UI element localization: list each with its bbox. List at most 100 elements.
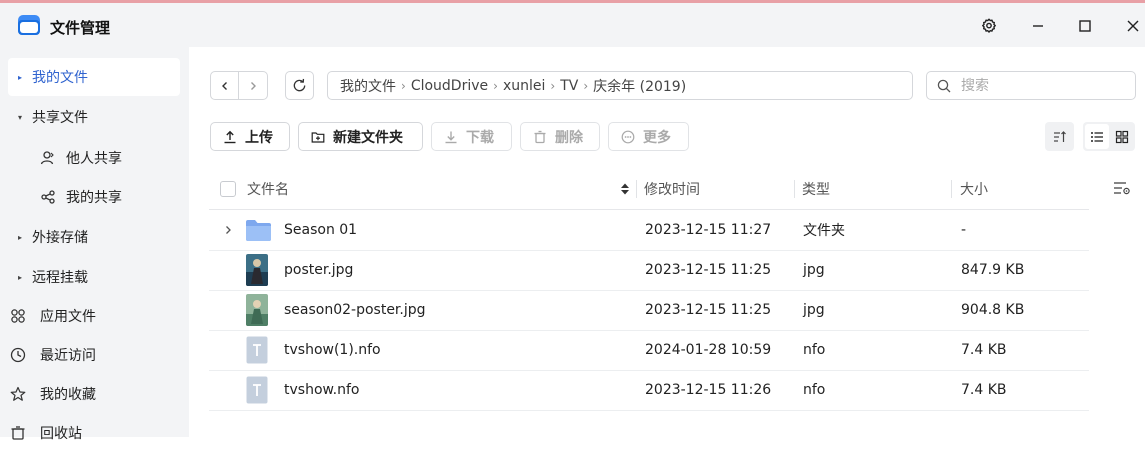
file-name[interactable]: tvshow.nfo: [284, 370, 360, 410]
minimize-button[interactable]: [1027, 15, 1049, 37]
breadcrumb-item[interactable]: 我的文件: [340, 76, 396, 96]
person-icon: [40, 150, 66, 166]
grid-view-button[interactable]: [1110, 124, 1134, 149]
folder-icon: [245, 210, 272, 250]
column-settings-icon: [1114, 182, 1130, 195]
sidebar: ▸ 我的文件 ▾ 共享文件 他人共享 我的共享 ▸ 外接存储 ▸ 远程挂载 应用…: [0, 47, 189, 442]
modified-time: 2023-12-15 11:25: [645, 302, 772, 318]
file-manager-app-icon: [18, 15, 40, 35]
maximize-button[interactable]: [1074, 15, 1096, 37]
select-all-checkbox[interactable]: [220, 181, 236, 197]
sidebar-item-my-files[interactable]: ▸ 我的文件: [8, 58, 180, 96]
app-title: 文件管理: [50, 19, 111, 37]
refresh-button[interactable]: [285, 71, 314, 100]
breadcrumb-separator-icon: ›: [401, 78, 406, 93]
table-row[interactable]: poster.jpg 2023-12-15 11:25 jpg 847.9 KB: [209, 250, 1089, 291]
sort-button[interactable]: [1045, 122, 1074, 151]
maximize-icon: [1079, 20, 1091, 32]
sort-icon: [1053, 130, 1066, 142]
expand-chevron-icon[interactable]: [223, 210, 233, 250]
more-button[interactable]: 更多: [608, 122, 689, 151]
table-row[interactable]: Season 01 2023-12-15 11:27 文件夹 -: [209, 210, 1089, 251]
search-icon: [937, 79, 951, 92]
settings-button[interactable]: [978, 15, 1000, 37]
sidebar-item-shared-files[interactable]: ▾ 共享文件: [8, 98, 180, 136]
file-name[interactable]: season02-poster.jpg: [284, 290, 426, 330]
file-name[interactable]: Season 01: [284, 210, 357, 250]
sidebar-item-label: 共享文件: [32, 110, 88, 126]
file-size: -: [961, 222, 967, 238]
column-header-modified[interactable]: 修改时间: [644, 169, 700, 209]
chevron-right-icon: [251, 81, 256, 90]
expand-caret-icon[interactable]: ▸: [8, 73, 32, 82]
upload-button[interactable]: 上传: [210, 122, 290, 151]
back-button[interactable]: [210, 71, 239, 100]
modified-time: 2023-12-15 11:26: [645, 382, 772, 398]
sidebar-item-shared-with-me[interactable]: 他人共享: [40, 139, 122, 177]
column-divider[interactable]: [636, 180, 637, 198]
star-icon: [8, 386, 32, 402]
refresh-icon: [293, 78, 306, 92]
sidebar-item-app-files[interactable]: 应用文件: [8, 297, 180, 335]
column-divider[interactable]: [951, 180, 952, 198]
sidebar-item-recent[interactable]: 最近访问: [8, 336, 180, 374]
collapse-caret-icon[interactable]: ▾: [8, 113, 32, 122]
minimize-icon: [1033, 25, 1043, 27]
table-row[interactable]: tvshow(1).nfo 2024-01-28 10:59 nfo 7.4 K…: [209, 330, 1089, 371]
table-header: 文件名 修改时间 类型 大小: [209, 169, 1089, 210]
file-name[interactable]: poster.jpg: [284, 250, 353, 290]
sidebar-item-label: 远程挂载: [32, 270, 88, 286]
table-row[interactable]: season02-poster.jpg 2023-12-15 11:25 jpg…: [209, 290, 1089, 331]
sidebar-item-label: 我的共享: [66, 190, 122, 206]
list-view-button[interactable]: [1085, 124, 1109, 149]
column-divider[interactable]: [794, 180, 795, 198]
sidebar-item-label: 外接存储: [32, 230, 88, 246]
expand-caret-icon[interactable]: ▸: [8, 233, 32, 242]
sidebar-item-external-storage[interactable]: ▸ 外接存储: [8, 218, 180, 256]
upload-icon: [223, 130, 237, 144]
file-size: 7.4 KB: [961, 382, 1007, 398]
breadcrumb-item[interactable]: TV: [560, 78, 578, 94]
new-folder-button[interactable]: 新建文件夹: [298, 122, 423, 151]
sidebar-item-recycle-bin[interactable]: 回收站: [8, 414, 180, 452]
column-header-type[interactable]: 类型: [802, 169, 830, 209]
breadcrumb-item-current[interactable]: 庆余年 (2019): [593, 76, 686, 96]
expand-caret-icon[interactable]: ▸: [8, 273, 32, 282]
share-icon: [40, 189, 66, 205]
apps-icon: [8, 308, 32, 324]
download-icon: [444, 130, 458, 144]
breadcrumb-separator-icon: ›: [583, 78, 589, 93]
search-input[interactable]: [959, 76, 1123, 95]
file-name[interactable]: tvshow(1).nfo: [284, 330, 381, 370]
sidebar-item-remote-mount[interactable]: ▸ 远程挂载: [8, 258, 180, 296]
delete-button[interactable]: 删除: [520, 122, 600, 151]
search-box[interactable]: [926, 71, 1136, 100]
sort-direction-icon[interactable]: [620, 169, 630, 209]
view-toggle: [1083, 122, 1135, 151]
clock-icon: [8, 347, 32, 363]
new-folder-icon: [311, 130, 325, 144]
more-label: 更多: [643, 129, 671, 146]
breadcrumb-separator-icon: ›: [550, 78, 556, 93]
download-button[interactable]: 下载: [431, 122, 512, 151]
close-button[interactable]: [1122, 15, 1144, 37]
delete-label: 删除: [555, 129, 583, 146]
text-file-icon: [246, 336, 268, 364]
column-settings-button[interactable]: [1113, 180, 1131, 200]
breadcrumb-item[interactable]: CloudDrive: [411, 78, 488, 94]
breadcrumb-item[interactable]: xunlei: [503, 78, 545, 94]
title-bar: 文件管理: [0, 3, 1145, 47]
column-header-name[interactable]: 文件名: [247, 169, 289, 209]
close-icon: [1127, 20, 1139, 32]
file-type: nfo: [803, 342, 826, 358]
more-icon: [621, 130, 635, 144]
chevron-left-icon: [221, 81, 227, 90]
image-thumbnail: [246, 254, 268, 286]
table-row[interactable]: tvshow.nfo 2023-12-15 11:26 nfo 7.4 KB: [209, 370, 1089, 411]
forward-button[interactable]: [238, 71, 268, 100]
column-header-size[interactable]: 大小: [960, 169, 988, 209]
file-type: 文件夹: [803, 223, 845, 239]
file-size: 904.8 KB: [961, 302, 1025, 318]
sidebar-item-my-shares[interactable]: 我的共享: [40, 178, 122, 216]
sidebar-item-favorites[interactable]: 我的收藏: [8, 375, 180, 413]
